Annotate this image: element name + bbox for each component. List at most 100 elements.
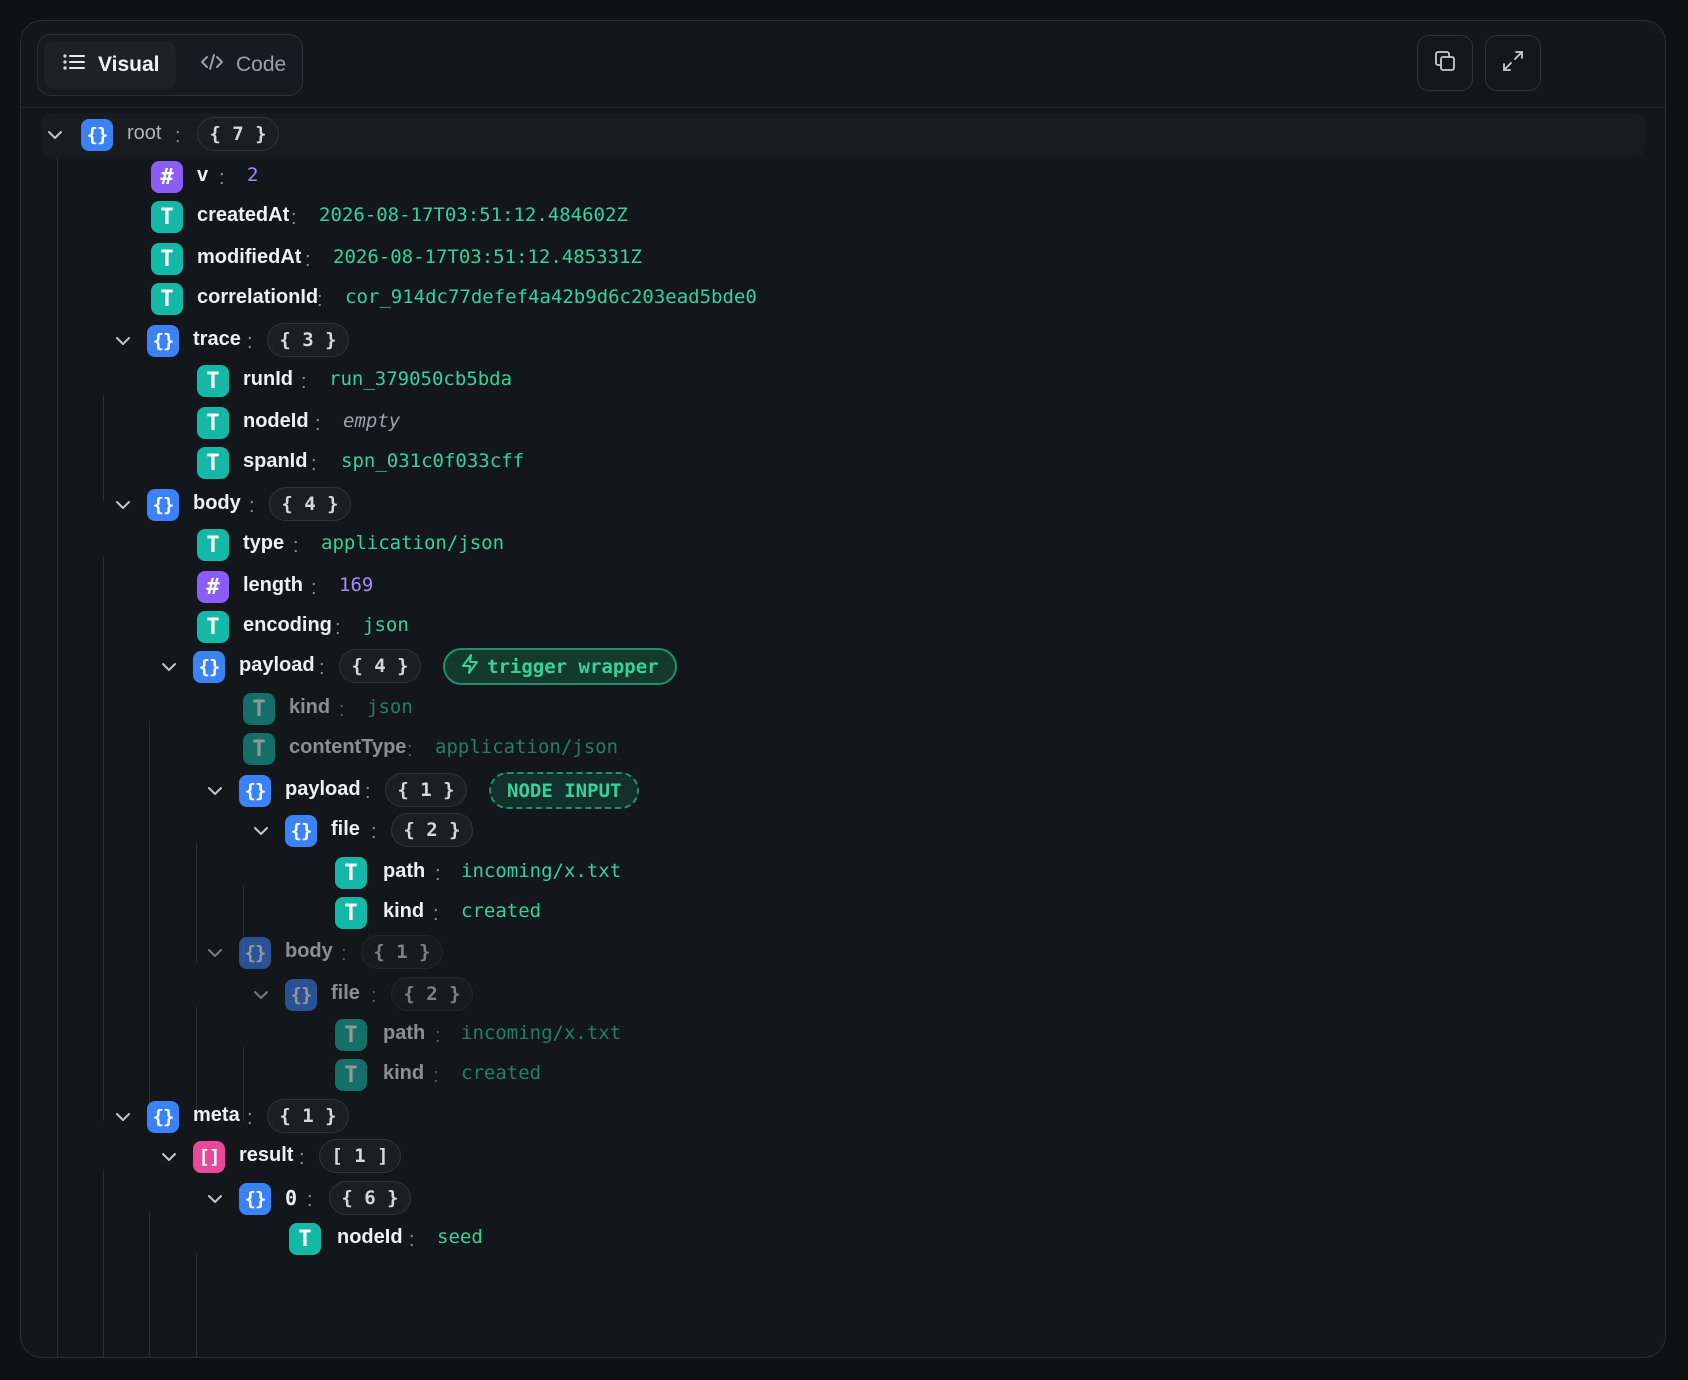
- tree-node-trace[interactable]: {} trace : { 3 }: [21, 319, 1665, 363]
- key-separator: :: [317, 289, 323, 311]
- tree-node-kind[interactable]: T kind : created: [21, 1053, 1665, 1097]
- key-separator: :: [315, 413, 321, 435]
- key-separator: :: [311, 577, 317, 599]
- node-key: kind: [383, 1062, 425, 1084]
- tree-node-nodeId[interactable]: T nodeId : empty: [21, 401, 1665, 445]
- object-icon: {}: [239, 937, 271, 969]
- node-key: result: [239, 1144, 294, 1166]
- child-count-badge: { 4 }: [339, 649, 421, 683]
- chevron-down-icon[interactable]: [157, 1145, 181, 1169]
- number-icon: #: [197, 571, 229, 603]
- tree-node-kind[interactable]: T kind : json: [21, 687, 1665, 731]
- chevron-down-icon[interactable]: [203, 779, 227, 803]
- tree-node-result[interactable]: [] result : [ 1 ]: [21, 1135, 1665, 1179]
- chevron-down-icon[interactable]: [43, 123, 67, 147]
- tree-node-root[interactable]: {} root : { 7 }: [41, 113, 1645, 157]
- key-separator: :: [435, 863, 441, 885]
- key-separator: :: [247, 331, 253, 353]
- key-separator: :: [301, 371, 307, 393]
- tree-node-runId[interactable]: T runId : run_379050cb5bda: [21, 359, 1665, 403]
- tree-node-contentType[interactable]: T contentType : application/json: [21, 727, 1665, 771]
- key-separator: :: [311, 453, 317, 475]
- tree-node-createdAt[interactable]: T createdAt : 2026-08-17T03:51:12.484602…: [21, 195, 1665, 239]
- key-separator: :: [307, 1189, 313, 1211]
- expand-icon: [1501, 49, 1525, 78]
- tab-code[interactable]: Code: [182, 41, 296, 89]
- tree-node-modifiedAt[interactable]: T modifiedAt : 2026-08-17T03:51:12.48533…: [21, 237, 1665, 281]
- tree-node-kind[interactable]: T kind : created: [21, 891, 1665, 935]
- chevron-down-icon[interactable]: [111, 1105, 135, 1129]
- tree-node-payload-inner[interactable]: {} payload : { 1 } NODE INPUT: [21, 769, 1665, 813]
- key-separator: :: [341, 943, 347, 965]
- string-icon: T: [197, 529, 229, 561]
- expand-button[interactable]: [1485, 35, 1541, 91]
- tab-visual-label: Visual: [98, 53, 160, 76]
- key-separator: :: [319, 657, 325, 679]
- chevron-down-icon[interactable]: [157, 655, 181, 679]
- string-icon: T: [243, 693, 275, 725]
- chevron-down-icon[interactable]: [111, 493, 135, 517]
- array-icon: []: [193, 1141, 225, 1173]
- object-icon: {}: [81, 119, 113, 151]
- key-separator: :: [247, 1107, 253, 1129]
- node-value: 2026-08-17T03:51:12.484602Z: [319, 204, 628, 226]
- object-icon: {}: [239, 1183, 271, 1215]
- tree-node-type[interactable]: T type : application/json: [21, 523, 1665, 567]
- string-icon: T: [335, 1019, 367, 1051]
- node-value: incoming/x.txt: [461, 860, 622, 882]
- tree-node-nodeId[interactable]: T nodeId : seed: [21, 1217, 1665, 1261]
- key-separator: :: [365, 781, 371, 803]
- node-key: path: [383, 860, 426, 882]
- child-count-badge: { 7 }: [197, 117, 279, 151]
- node-key: 0: [285, 1186, 298, 1210]
- view-mode-tabs: Visual Code: [37, 34, 303, 96]
- node-key: trace: [193, 328, 241, 350]
- tree-node-payload[interactable]: {} payload : { 4 } trigger wrapper: [21, 645, 1665, 689]
- tree-node-meta[interactable]: {} meta : { 1 }: [21, 1095, 1665, 1139]
- string-icon: T: [289, 1223, 321, 1255]
- copy-button[interactable]: [1417, 35, 1473, 91]
- tree-node-v[interactable]: # v : 2: [21, 155, 1665, 199]
- child-count-badge: { 4 }: [269, 487, 351, 521]
- child-count-badge: { 3 }: [267, 323, 349, 357]
- node-key: modifiedAt: [197, 246, 302, 268]
- child-count-badge: { 2 }: [391, 813, 473, 847]
- node-key: payload: [285, 778, 361, 800]
- node-key: type: [243, 532, 285, 554]
- chevron-down-icon[interactable]: [249, 983, 273, 1007]
- lightning-icon: [461, 653, 479, 680]
- node-value: json: [363, 614, 409, 636]
- node-value: spn_031c0f033cff: [341, 450, 525, 472]
- tree-node-path[interactable]: T path : incoming/x.txt: [21, 1013, 1665, 1057]
- tab-visual[interactable]: Visual: [44, 41, 176, 89]
- tree-node-file[interactable]: {} file : { 2 }: [21, 809, 1665, 853]
- string-icon: T: [197, 365, 229, 397]
- chevron-down-icon[interactable]: [203, 941, 227, 965]
- node-value: 169: [339, 574, 374, 596]
- tree-node-length[interactable]: # length : 169: [21, 565, 1665, 609]
- tree-node-file[interactable]: {} file : { 2 }: [21, 973, 1665, 1017]
- tree-node-spanId[interactable]: T spanId : spn_031c0f033cff: [21, 441, 1665, 485]
- key-separator: :: [305, 249, 311, 271]
- node-value-empty: empty: [343, 410, 401, 432]
- indent-guide: [196, 1253, 197, 1357]
- tree-node-body[interactable]: {} body : { 4 }: [21, 483, 1665, 527]
- tree-node-encoding[interactable]: T encoding : json: [21, 605, 1665, 649]
- tree-node-item-0[interactable]: {} 0 : { 6 }: [21, 1177, 1665, 1221]
- list-icon: [62, 52, 86, 78]
- string-icon: T: [243, 733, 275, 765]
- node-key: spanId: [243, 450, 308, 472]
- key-separator: :: [371, 985, 377, 1007]
- key-separator: :: [433, 903, 439, 925]
- node-value: created: [461, 1062, 542, 1084]
- node-key: file: [331, 818, 360, 840]
- badge-label: trigger wrapper: [487, 655, 659, 678]
- chevron-down-icon[interactable]: [249, 819, 273, 843]
- tree-node-path[interactable]: T path : incoming/x.txt: [21, 851, 1665, 895]
- tree-node-body-inner[interactable]: {} body : { 1 }: [21, 931, 1665, 975]
- node-key: length: [243, 574, 303, 596]
- chevron-down-icon[interactable]: [111, 329, 135, 353]
- chevron-down-icon[interactable]: [203, 1187, 227, 1211]
- tree-node-correlationId[interactable]: T correlationId : cor_914dc77defef4a42b9…: [21, 277, 1665, 321]
- string-icon: T: [151, 201, 183, 233]
